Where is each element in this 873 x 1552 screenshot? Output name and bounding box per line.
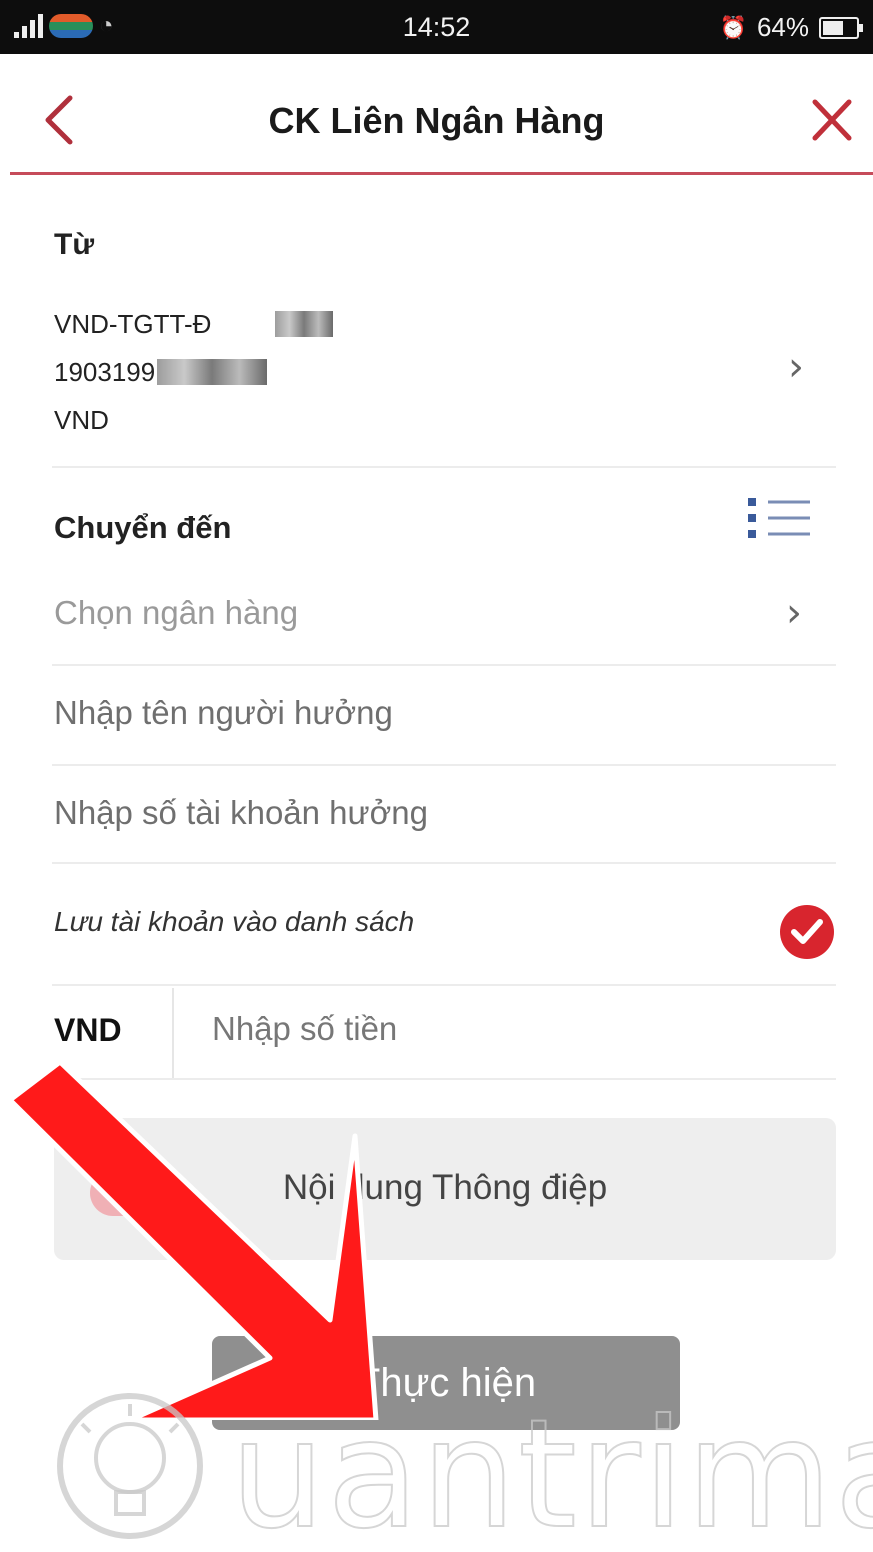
close-button[interactable]	[807, 92, 857, 148]
battery-percent: 64%	[756, 12, 809, 42]
message-placeholder: Nội dung Thông điệp	[282, 1168, 608, 1207]
status-right: ⏰ 64%	[719, 12, 863, 43]
bank-select-field[interactable]: Chọn ngân hàng	[54, 594, 298, 632]
amount-currency: VND	[54, 1012, 122, 1048]
amount-separator	[172, 988, 174, 1080]
beneficiary-account-input[interactable]: Nhập số tài khoản hưởng	[54, 794, 428, 832]
contact-list-button[interactable]	[746, 496, 812, 540]
divider	[52, 984, 836, 986]
submit-button[interactable]: Thực hiện	[212, 1336, 680, 1430]
redacted-block	[157, 359, 268, 385]
check-icon	[791, 919, 823, 944]
divider	[52, 764, 836, 766]
battery-fill	[823, 20, 844, 35]
message-input[interactable]: Nội dung Thông điệp	[54, 1118, 836, 1260]
account-currency: VND	[54, 405, 109, 435]
divider	[52, 664, 836, 666]
divider	[52, 466, 836, 468]
account-number: 1903199	[54, 357, 156, 387]
chevron-right-icon: ›	[786, 590, 802, 636]
account-name-row: VND-TGTT-Đ	[54, 300, 834, 348]
status-bar: ◔ 14:52 ⏰ 64%	[0, 0, 873, 54]
divider	[52, 1078, 836, 1080]
from-account-selector[interactable]: VND-TGTT-Đ 1903199 VND ›	[54, 300, 834, 440]
chevron-right-icon: ›	[788, 344, 804, 390]
account-number-row: 1903199	[54, 348, 834, 396]
list-icon	[748, 498, 810, 538]
lightbulb-logo-icon	[57, 1393, 203, 1539]
redacted-block	[275, 311, 334, 337]
to-label: Chuyển đến	[54, 510, 232, 545]
amount-input[interactable]: Nhập số tiền	[212, 1010, 397, 1048]
page-title: CK Liên Ngân Hàng	[268, 100, 605, 141]
battery-icon	[819, 16, 863, 39]
header-divider	[10, 172, 873, 175]
close-icon	[812, 99, 852, 141]
divider	[52, 862, 836, 864]
account-name: VND-TGTT-Đ	[54, 309, 212, 339]
save-to-list-checkbox[interactable]	[780, 905, 834, 959]
save-to-list-label: Lưu tài khoản vào danh sách	[54, 906, 415, 937]
from-label: Từ	[54, 228, 95, 261]
beneficiary-name-input[interactable]: Nhập tên người hưởng	[54, 694, 393, 732]
app-header: CK Liên Ngân Hàng	[0, 54, 873, 176]
alarm-icon: ⏰	[719, 14, 747, 40]
